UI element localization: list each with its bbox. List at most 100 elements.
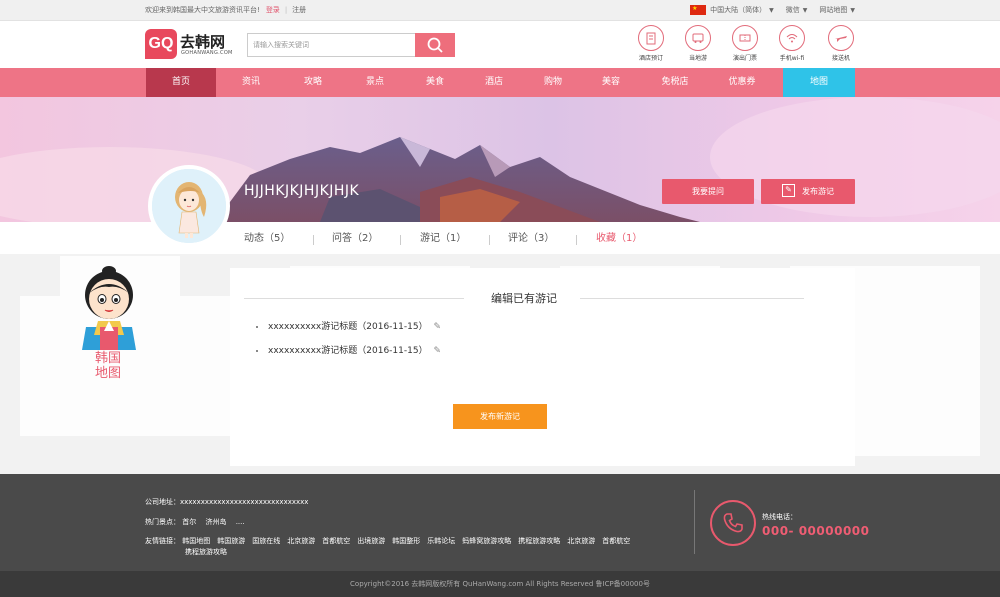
- hot-spot-link[interactable]: 济州岛: [205, 518, 226, 526]
- search-input[interactable]: 请输入搜索关键词: [247, 33, 419, 57]
- hot-spot-link[interactable]: 首尔: [182, 518, 196, 526]
- friend-link[interactable]: 首都航空: [602, 537, 630, 545]
- friend-link[interactable]: 蚂蜂窝旅游攻略: [462, 537, 511, 545]
- search-icon: [427, 37, 443, 53]
- friend-link[interactable]: 北京旅游: [567, 537, 595, 545]
- top-bar: 欢迎来到韩国最大中文旅游资讯平台! 登录 | 注册 中国大陆（简体）▼ 微信▼ …: [0, 0, 1000, 21]
- korea-map-widget[interactable]: 韩国 地图: [78, 265, 140, 385]
- friend-link[interactable]: 出境旅游: [357, 537, 385, 545]
- tab-travelogues[interactable]: 游记（1）: [420, 222, 466, 254]
- bullet: [256, 325, 258, 328]
- china-flag-icon: [690, 5, 707, 15]
- avatar[interactable]: [148, 165, 230, 247]
- hotel-icon: [638, 25, 664, 51]
- main-nav: 首页 资讯 攻略 景点 美食 酒店 购物 美容 免税店 优惠券 地图: [0, 68, 1000, 97]
- tab-divider: [400, 235, 401, 245]
- tab-divider: [313, 235, 314, 245]
- ask-question-button[interactable]: 我要提问: [662, 179, 754, 204]
- travelogue-title: xxxxxxxxxx游记标题（2016-11-15）: [268, 346, 428, 356]
- footer: 公司地址：xxxxxxxxxxxxxxxxxxxxxxxxxxxxxxx 热门景…: [0, 474, 1000, 571]
- heading-line-right: [580, 298, 804, 299]
- phone-icon: [710, 500, 756, 546]
- pencil-icon[interactable]: ✎: [433, 346, 441, 356]
- nav-item-duty-free[interactable]: 免税店: [640, 68, 710, 97]
- nav-item-home[interactable]: 首页: [146, 68, 216, 97]
- tab-activity[interactable]: 动态（5）: [244, 222, 290, 254]
- wechat-menu[interactable]: 微信 ▼: [786, 5, 808, 15]
- publish-label: 发布游记: [802, 187, 834, 196]
- chevron-down-icon: ▼: [769, 7, 774, 14]
- hotline-number: 000- 00000000: [762, 524, 870, 538]
- korean-girl-mascot-icon: [82, 266, 136, 350]
- quick-link-label: 酒店预订: [638, 55, 663, 62]
- bullet: [256, 349, 258, 352]
- friend-link[interactable]: 国旅在线: [252, 537, 280, 545]
- friend-link[interactable]: 乐韩论坛: [427, 537, 455, 545]
- quick-link-hotel[interactable]: 酒店预订: [634, 25, 668, 62]
- publish-new-travelogue-button[interactable]: 发布新游记: [453, 404, 547, 429]
- chevron-down-icon: ▼: [802, 7, 808, 14]
- nav-item-guides[interactable]: 攻略: [278, 68, 348, 97]
- tab-favorites[interactable]: 收藏（1）: [596, 222, 642, 254]
- bus-icon: [685, 25, 711, 51]
- divider: |: [284, 6, 288, 14]
- wechat-label: 微信: [785, 6, 800, 14]
- publish-travelogue-button[interactable]: ✎ 发布游记: [761, 179, 855, 204]
- quick-link-label: 手机wi-fi: [779, 55, 805, 62]
- friend-link[interactable]: 韩国整形: [392, 537, 420, 545]
- sitemap-menu[interactable]: 网站地图 ▼: [819, 5, 855, 15]
- footer-hot-spots: 热门景点： 首尔 济州岛 ....: [145, 517, 252, 527]
- quick-link-tickets[interactable]: 演出门票: [728, 25, 762, 62]
- sitemap-label: 网站地图: [819, 6, 848, 14]
- travelogue-edit-panel: 编辑已有游记 xxxxxxxxxx游记标题（2016-11-15） ✎ xxxx…: [230, 268, 855, 466]
- footer-friend-links: 友情链接： 韩国地图 韩国旅游 国旅在线 北京旅游 首都航空 出境旅游 韩国整形 乐韩论坛 蚂蜂…: [145, 536, 685, 558]
- address-value: xxxxxxxxxxxxxxxxxxxxxxxxxxxxxxx: [180, 498, 309, 506]
- footer-divider: [694, 490, 695, 554]
- register-link[interactable]: 注册: [292, 5, 306, 15]
- quick-link-local-tour[interactable]: 当地游: [681, 25, 715, 62]
- friend-link[interactable]: 韩国地图: [182, 537, 210, 545]
- friend-link[interactable]: 北京旅游: [287, 537, 315, 545]
- korea-map-label-line-2: 地图: [94, 366, 121, 381]
- nav-item-beauty[interactable]: 美容: [576, 68, 646, 97]
- nav-item-map[interactable]: 地图: [783, 68, 855, 97]
- pencil-icon[interactable]: ✎: [433, 322, 441, 332]
- search-bar: 请输入搜索关键词: [247, 33, 455, 57]
- nav-item-coupons[interactable]: 优惠券: [707, 68, 777, 97]
- logo-subtext: GOHANWANG.COM: [181, 50, 233, 56]
- friend-link[interactable]: 韩国旅游: [217, 537, 245, 545]
- copyright: Copyright©2016 去韩网版权所有 QuHanWang.com All…: [0, 571, 1000, 597]
- address-label: 公司地址：: [145, 498, 180, 506]
- nav-item-news[interactable]: 资讯: [216, 68, 286, 97]
- korea-map-label-line-1: 韩国: [94, 351, 121, 366]
- quick-link-label: 演出门票: [732, 55, 757, 62]
- tab-divider: [576, 235, 577, 245]
- list-item[interactable]: xxxxxxxxxx游记标题（2016-11-15） ✎: [256, 319, 441, 332]
- friend-links-label: 友情链接：: [145, 537, 180, 545]
- travelogue-title: xxxxxxxxxx游记标题（2016-11-15）: [268, 322, 428, 332]
- list-item[interactable]: xxxxxxxxxx游记标题（2016-11-15） ✎: [256, 343, 441, 356]
- tab-comments[interactable]: 评论（3）: [508, 222, 554, 254]
- site-logo[interactable]: GQ 去韩网 GOHANWANG.COM: [145, 29, 235, 59]
- quick-link-wifi[interactable]: 手机wi-fi: [775, 25, 809, 62]
- logo-text: 去韩网: [180, 33, 226, 51]
- friend-link[interactable]: 携程旅游攻略: [185, 548, 227, 556]
- wifi-icon: [779, 25, 805, 51]
- login-link[interactable]: 登录: [266, 5, 280, 15]
- tab-qa[interactable]: 问答（2）: [332, 222, 378, 254]
- chevron-down-icon: ▼: [850, 7, 855, 14]
- friend-link[interactable]: 携程旅游攻略: [518, 537, 560, 545]
- hot-spot-link[interactable]: ....: [236, 518, 245, 526]
- profile-tabs: 动态（5） 问答（2） 游记（1） 评论（3） 收藏（1）: [0, 222, 1000, 254]
- hot-spots-label: 热门景点：: [145, 518, 180, 526]
- header: GQ 去韩网 GOHANWANG.COM 请输入搜索关键词 酒店预订 当地游 演…: [0, 21, 1000, 68]
- region-select[interactable]: 中国大陆（简体）▼: [690, 5, 774, 15]
- footer-address: 公司地址：xxxxxxxxxxxxxxxxxxxxxxxxxxxxxxx: [145, 497, 308, 507]
- quick-link-airport-transfer[interactable]: 接送机: [824, 25, 858, 62]
- airplane-icon: [828, 25, 854, 51]
- search-button[interactable]: [415, 33, 455, 57]
- hotline-label: 热线电话：: [762, 513, 797, 521]
- logo-mark: GQ: [145, 29, 177, 59]
- friend-link[interactable]: 首都航空: [322, 537, 350, 545]
- korea-map-label: 韩国 地图: [78, 351, 138, 381]
